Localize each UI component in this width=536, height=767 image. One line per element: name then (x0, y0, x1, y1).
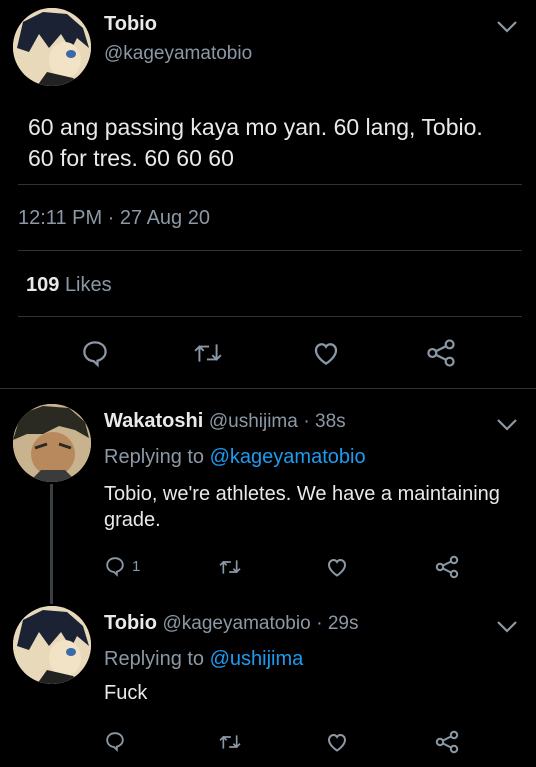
retweet-icon[interactable] (193, 340, 223, 366)
tweet-text-line: 60 for tres. 60 60 60 (28, 145, 234, 171)
reply-time[interactable]: · 38s (303, 411, 345, 432)
reply-text-line: Tobio, we're athletes. We have a maintai… (104, 483, 500, 505)
tweet-timestamp[interactable]: 12:11 PM · 27 Aug 20 (18, 207, 210, 230)
likes-count: 109 (26, 274, 60, 296)
avatar[interactable] (13, 606, 91, 684)
reply-header: Tobio @kageyamatobio · 29s (104, 612, 358, 635)
chevron-down-icon[interactable] (496, 20, 518, 34)
tweet-text: 60 ang passing kaya mo yan. 60 lang, Tob… (28, 112, 483, 174)
reply-header: Wakatoshi @ushijima · 38s (104, 410, 346, 433)
author-name[interactable]: Wakatoshi (104, 410, 203, 432)
like-icon[interactable] (311, 338, 341, 368)
divider (18, 316, 522, 317)
replying-to-handle[interactable]: @kageyamatobio (210, 446, 366, 468)
author-name[interactable]: Tobio (104, 612, 157, 634)
avatar[interactable] (13, 8, 91, 86)
replying-to: Replying to @kageyamatobio (104, 446, 366, 469)
replying-to-label: Replying to (104, 648, 205, 670)
reply-time[interactable]: · 29s (316, 613, 358, 634)
retweet-icon[interactable] (218, 732, 242, 752)
chevron-down-icon[interactable] (496, 620, 518, 634)
reply-text: Tobio, we're athletes. We have a maintai… (104, 481, 500, 533)
divider (18, 184, 522, 185)
divider (0, 388, 536, 389)
tweet-text-line: 60 ang passing kaya mo yan. 60 lang, Tob… (28, 114, 483, 140)
reply-icon[interactable]: 1 (104, 555, 140, 577)
reply-count: 1 (132, 557, 141, 575)
author-name[interactable]: Tobio (104, 13, 157, 36)
thread-line (50, 484, 53, 604)
reply-text: Fuck (104, 682, 148, 704)
reply-icon[interactable] (80, 338, 110, 368)
author-handle[interactable]: @ushijima (209, 411, 298, 432)
like-icon[interactable] (325, 730, 349, 754)
replying-to-handle[interactable]: @ushijima (210, 648, 304, 670)
likes-label: Likes (64, 274, 112, 296)
reply-text-line: grade. (104, 509, 161, 531)
replying-to: Replying to @ushijima (104, 648, 303, 671)
author-handle[interactable]: @kageyamatobio (163, 613, 311, 634)
share-icon[interactable] (434, 555, 460, 579)
avatar[interactable] (13, 404, 91, 482)
like-icon[interactable] (325, 555, 349, 579)
retweet-icon[interactable] (218, 557, 242, 577)
divider (18, 250, 522, 251)
reply-icon[interactable] (104, 730, 126, 752)
author-handle[interactable]: @kageyamatobio (104, 43, 252, 65)
share-icon[interactable] (434, 730, 460, 754)
likes-stat[interactable]: 109 Likes (26, 274, 112, 297)
replying-to-label: Replying to (104, 446, 205, 468)
share-icon[interactable] (425, 338, 457, 368)
chevron-down-icon[interactable] (496, 418, 518, 432)
